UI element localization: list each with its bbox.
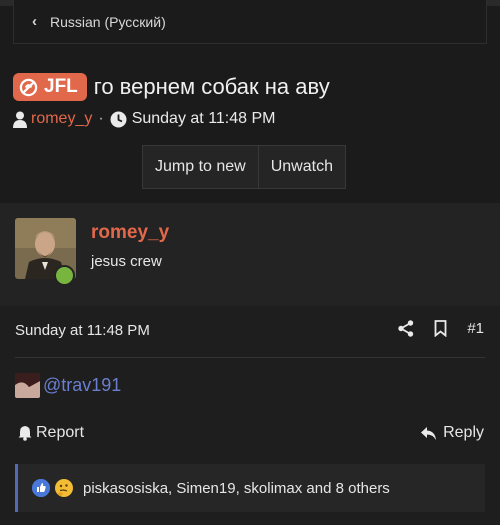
post-username-link[interactable]: romey_y bbox=[91, 222, 169, 244]
jump-to-new-button[interactable]: Jump to new bbox=[143, 146, 258, 188]
thumbs-up-icon bbox=[32, 479, 50, 497]
reply-button[interactable]: Reply bbox=[420, 424, 484, 442]
thread-prefix-badge[interactable]: JFL bbox=[13, 73, 87, 101]
breadcrumb[interactable]: ‹ Russian (Русский) bbox=[13, 0, 487, 44]
clock-icon bbox=[110, 111, 127, 127]
user-mention-link[interactable]: @trav191 bbox=[43, 375, 121, 396]
user-icon bbox=[13, 111, 27, 128]
mention-avatar bbox=[15, 373, 40, 398]
divider bbox=[15, 357, 485, 358]
thread-title-row: JFL го вернем собак на аву bbox=[13, 73, 330, 101]
thread-meta: romey_y · Sunday at 11:48 PM bbox=[13, 110, 275, 128]
post-date-link[interactable]: Sunday at 11:48 PM bbox=[15, 322, 150, 339]
post-actions: #1 bbox=[378, 320, 484, 337]
report-button[interactable]: Report bbox=[18, 424, 84, 442]
online-status-dot bbox=[54, 265, 75, 286]
post-content: @trav191 bbox=[15, 373, 121, 398]
thread-prefix-label: JFL bbox=[44, 76, 78, 97]
reactions-bar[interactable]: piskasosiska, Simen19, skolimax and 8 ot… bbox=[15, 464, 485, 512]
breadcrumb-forum-link[interactable]: Russian (Русский) bbox=[50, 14, 166, 30]
unwatch-button[interactable]: Unwatch bbox=[257, 146, 345, 188]
user-title: jesus crew bbox=[91, 253, 162, 270]
thread-title: го вернем собак на аву bbox=[93, 74, 330, 99]
thread-date[interactable]: Sunday at 11:48 PM bbox=[132, 110, 276, 128]
reactions-list[interactable]: piskasosiska, Simen19, skolimax and 8 ot… bbox=[83, 480, 390, 497]
thread-button-group: Jump to new Unwatch bbox=[142, 145, 346, 189]
report-label: Report bbox=[36, 424, 85, 441]
reply-label: Reply bbox=[443, 424, 484, 441]
share-icon[interactable] bbox=[398, 320, 414, 337]
thinking-face-icon bbox=[55, 479, 73, 497]
bell-icon bbox=[18, 426, 32, 441]
meta-separator: · bbox=[98, 110, 104, 127]
thread-author-link[interactable]: romey_y bbox=[31, 110, 92, 128]
post-number-link[interactable]: #1 bbox=[467, 320, 484, 337]
swirl-icon bbox=[19, 78, 38, 96]
reply-icon bbox=[421, 426, 437, 440]
chevron-left-icon: ‹ bbox=[32, 13, 37, 30]
bookmark-icon[interactable] bbox=[434, 320, 447, 337]
